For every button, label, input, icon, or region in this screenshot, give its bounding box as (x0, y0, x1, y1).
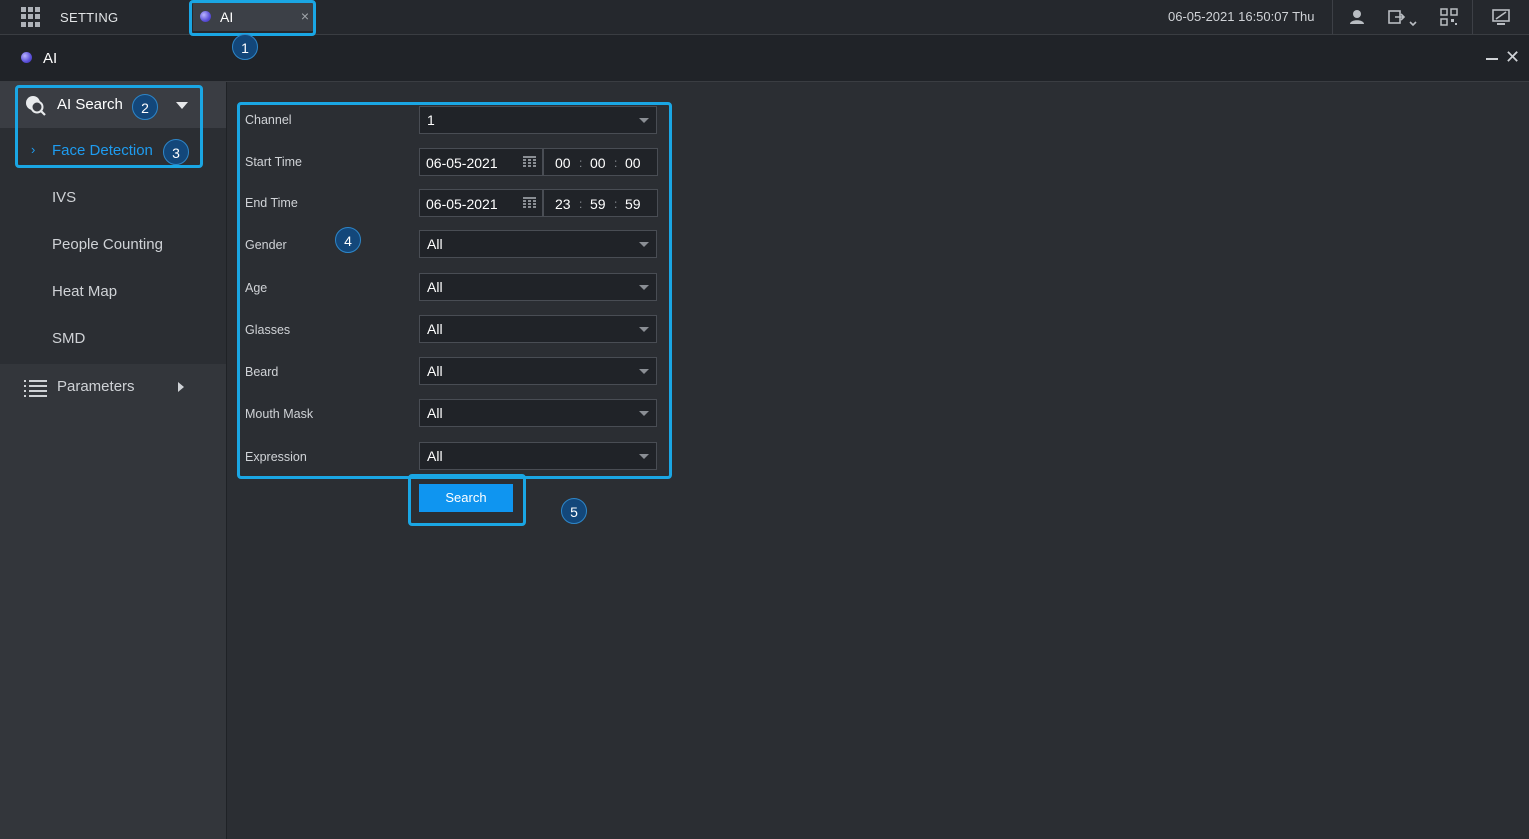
caret-right-icon (178, 382, 184, 392)
toolbar-divider (1472, 0, 1473, 34)
window-header: AI (0, 35, 1529, 82)
window-title: AI (43, 50, 58, 67)
sidebar-item-heat-map[interactable]: Heat Map (52, 283, 117, 300)
annotation-marker-5: 5 (561, 498, 587, 524)
monitor-icon[interactable] (1491, 7, 1511, 27)
highlight-box-tab (189, 0, 316, 36)
setting-tab[interactable]: SETTING (60, 10, 118, 25)
highlight-box-form (237, 102, 672, 479)
qr-code-icon[interactable] (1439, 7, 1459, 27)
minimize-icon[interactable] (1486, 58, 1498, 60)
toolbar-divider (1332, 0, 1333, 34)
annotation-marker-2: 2 (132, 94, 158, 120)
annotation-marker-1: 1 (232, 34, 258, 60)
ai-globe-icon (21, 52, 32, 63)
annotation-marker-3: 3 (163, 139, 189, 165)
list-icon (24, 380, 47, 397)
parameters-label: Parameters (57, 378, 135, 395)
annotation-marker-4: 4 (335, 227, 361, 253)
sidebar-item-smd[interactable]: SMD (52, 330, 85, 347)
highlight-box-search (408, 474, 526, 526)
main-menu-grid-icon[interactable] (21, 7, 41, 27)
sidebar-item-parameters[interactable]: Parameters (0, 364, 226, 410)
logout-icon[interactable] (1387, 7, 1419, 27)
sidebar: AI Search › Face Detection IVS People Co… (0, 82, 227, 839)
sidebar-item-ivs[interactable]: IVS (52, 189, 76, 206)
system-datetime: 06-05-2021 16:50:07 Thu (1168, 9, 1315, 24)
user-icon[interactable] (1347, 7, 1367, 27)
close-window-icon[interactable]: ✕ (1505, 47, 1520, 68)
sidebar-item-people-counting[interactable]: People Counting (52, 236, 163, 253)
